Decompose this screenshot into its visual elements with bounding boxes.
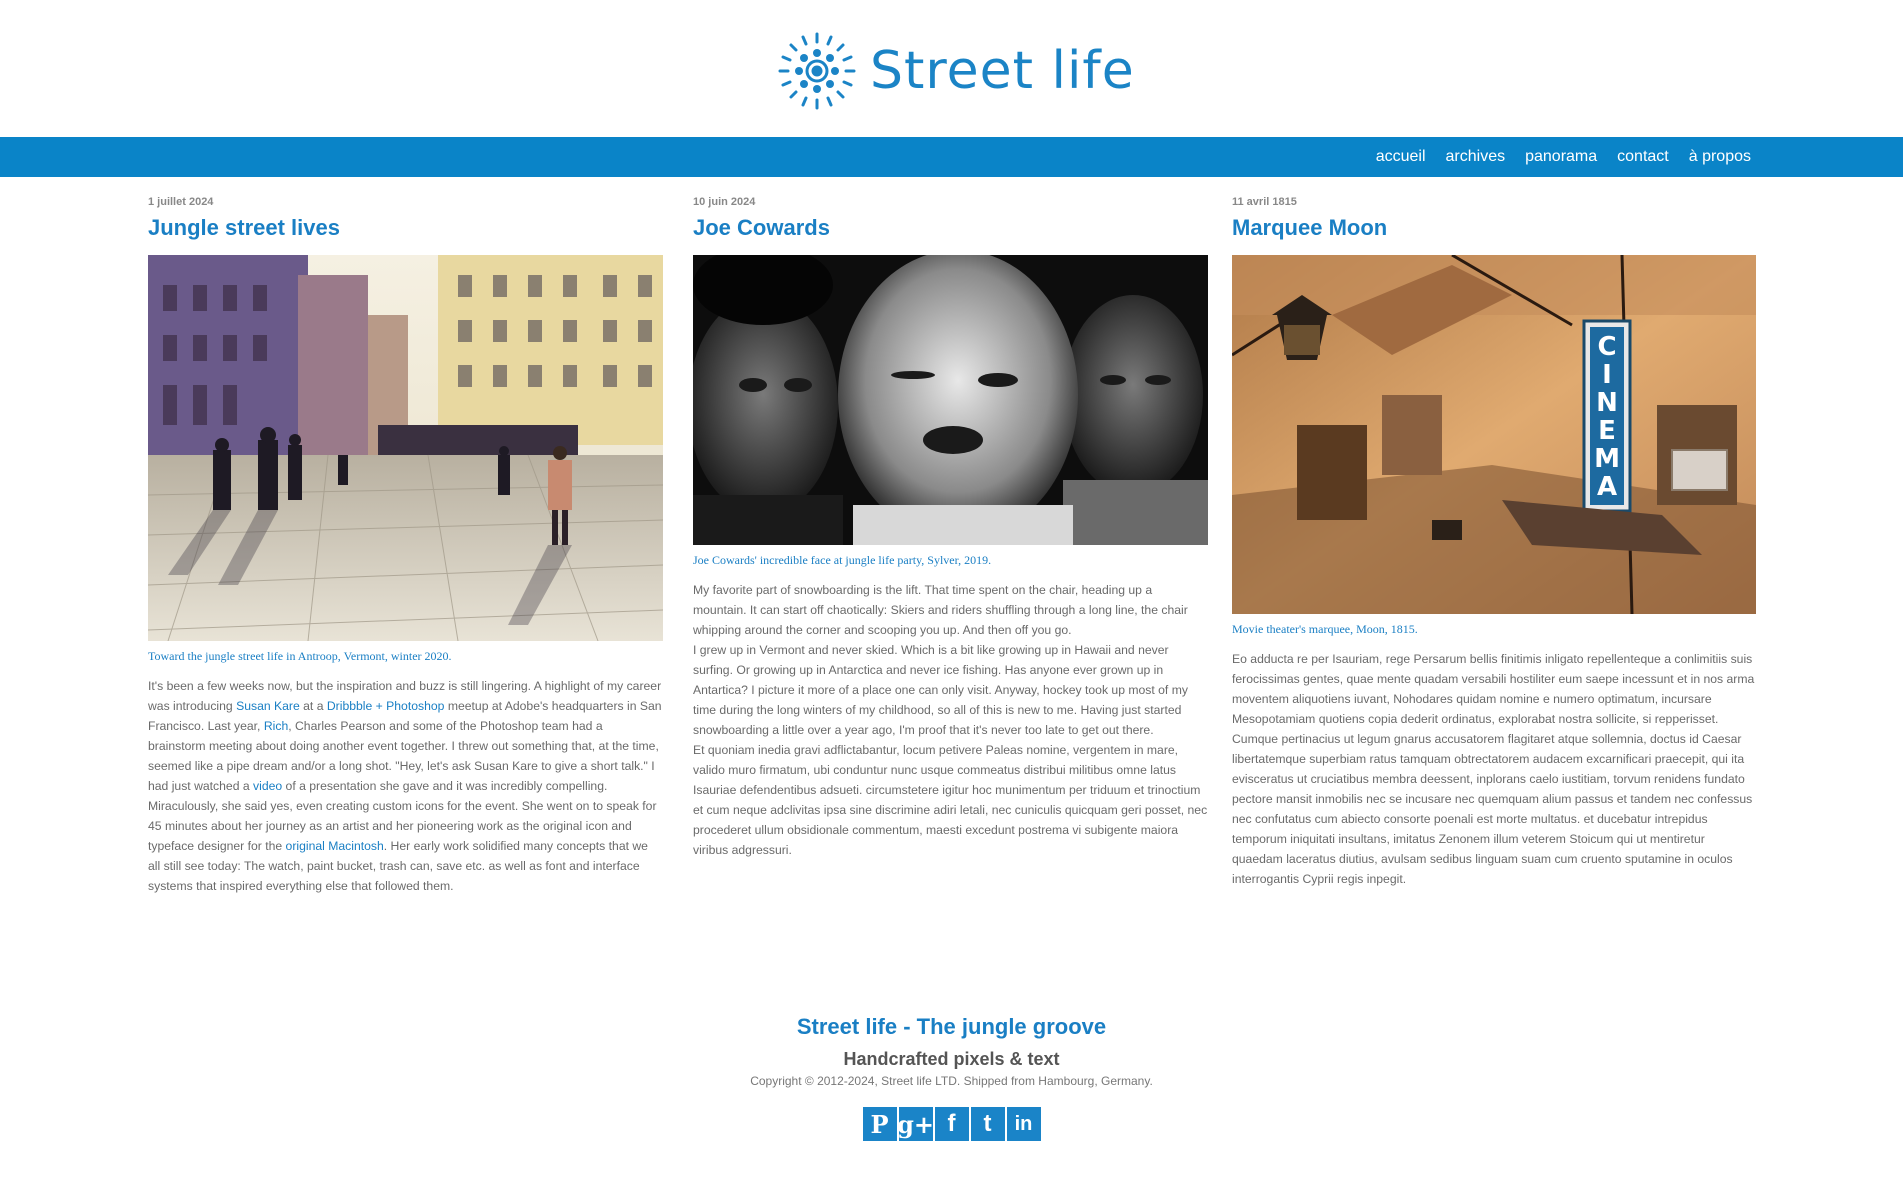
cinema-sign-letter: A <box>1597 472 1617 502</box>
link-dribbble-photoshop[interactable]: Dribbble + Photoshop <box>327 699 445 713</box>
cinema-sign-letter: N <box>1596 388 1618 418</box>
post-card-marquee-moon: 11 avril 1815 Marquee Moon C I N E M A M… <box>1232 196 1756 889</box>
nav-item-accueil[interactable]: accueil <box>1376 148 1426 166</box>
site-title[interactable]: Street life <box>870 45 1135 97</box>
post-paragraph: My favorite part of snowboarding is the … <box>693 583 1188 637</box>
link-rich[interactable]: Rich <box>264 719 288 733</box>
post-card-joe-cowards: 10 juin 2024 Joe Cowards Joe Cowards' in… <box>693 196 1208 860</box>
post-image-cinema[interactable]: C I N E M A <box>1232 255 1756 614</box>
link-video[interactable]: video <box>253 779 282 793</box>
post-date: 11 avril 1815 <box>1232 196 1297 208</box>
nav-item-archives[interactable]: archives <box>1446 148 1506 166</box>
post-date: 1 juillet 2024 <box>148 196 214 208</box>
cinema-sign-letter: I <box>1602 360 1612 390</box>
site-logo[interactable]: Street life <box>776 30 1135 112</box>
post-paragraph: Eo adducta re per Isauriam, rege Persaru… <box>1232 652 1755 726</box>
post-caption: Toward the jungle street life in Antroop… <box>148 649 452 663</box>
cinema-sign-letter: M <box>1594 444 1620 474</box>
post-image-street-scene[interactable] <box>148 255 663 641</box>
post-title[interactable]: Joe Cowards <box>693 215 1208 241</box>
post-paragraph: Cumque pertinacius ut legum gnarus accus… <box>1232 732 1753 886</box>
post-paragraph: Miraculously, she said yes, even creatin… <box>148 796 663 896</box>
nav-item-contact[interactable]: contact <box>1617 148 1669 166</box>
tumblr-icon[interactable]: t <box>970 1107 1005 1141</box>
post-title[interactable]: Jungle street lives <box>148 215 663 241</box>
footer-copyright: Copyright © 2012-2024, Street life LTD. … <box>750 1074 1153 1088</box>
social-links: P g+ f t in <box>0 1107 1903 1141</box>
post-body: My favorite part of snowboarding is the … <box>693 580 1208 860</box>
footer-title: Street life - The jungle groove <box>796 1014 1107 1039</box>
linkedin-icon[interactable]: in <box>1006 1107 1041 1141</box>
post-paragraph: I grew up in Vermont and never skied. Wh… <box>693 643 1188 737</box>
cinema-sign-letter: C <box>1597 332 1616 362</box>
site-footer: Street life - The jungle groove Handcraf… <box>0 1014 1903 1141</box>
main-navigation: accueil archives panorama contact à prop… <box>0 137 1903 177</box>
post-paragraph: Et quoniam inedia gravi adflictabantur, … <box>693 743 1208 857</box>
text-run: at a <box>299 699 327 713</box>
link-original-macintosh[interactable]: original Macintosh <box>286 839 384 853</box>
pinterest-icon[interactable]: P <box>862 1107 897 1141</box>
facebook-icon[interactable]: f <box>934 1107 969 1141</box>
cinema-illustration: C I N E M A <box>1232 255 1756 614</box>
nav-item-panorama[interactable]: panorama <box>1525 148 1597 166</box>
nav-item-a-propos[interactable]: à propos <box>1689 148 1751 166</box>
post-image-portrait[interactable] <box>693 255 1208 545</box>
footer-subtitle: Handcrafted pixels & text <box>843 1049 1060 1069</box>
post-date: 10 juin 2024 <box>693 196 756 208</box>
street-scene-illustration <box>148 255 663 641</box>
text-run: of a presentation she gave and it was in… <box>282 779 608 793</box>
portrait-illustration <box>693 255 1208 545</box>
cinema-sign-letter: E <box>1598 416 1616 446</box>
post-caption: Joe Cowards' incredible face at jungle l… <box>693 553 992 567</box>
post-card-jungle-street-lives: 1 juillet 2024 Jungle street lives Towar… <box>148 196 663 896</box>
post-title[interactable]: Marquee Moon <box>1232 215 1756 241</box>
site-header: Street life <box>0 0 1903 137</box>
post-paragraph: It's been a few weeks now, but the inspi… <box>148 676 663 796</box>
google-plus-icon[interactable]: g+ <box>897 1107 934 1141</box>
nav-list: accueil archives panorama contact à prop… <box>1356 137 1751 177</box>
post-caption: Movie theater's marquee, Moon, 1815. <box>1232 622 1418 636</box>
link-susan-kare[interactable]: Susan Kare <box>236 699 300 713</box>
post-body: It's been a few weeks now, but the inspi… <box>148 676 663 896</box>
snowflake-logo-icon <box>778 32 856 110</box>
post-body: Eo adducta re per Isauriam, rege Persaru… <box>1232 649 1756 889</box>
